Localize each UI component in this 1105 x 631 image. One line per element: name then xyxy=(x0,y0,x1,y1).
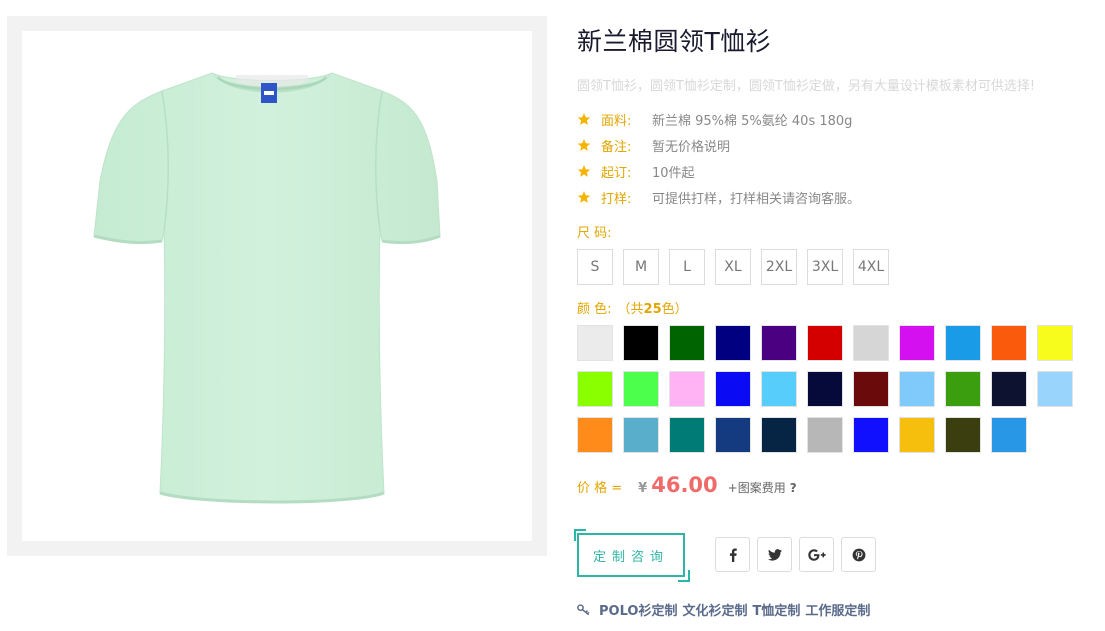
color-swatch-11[interactable] xyxy=(1037,325,1073,361)
color-swatch-16[interactable] xyxy=(761,371,797,407)
google-plus-icon[interactable] xyxy=(799,537,834,572)
color-swatch-2[interactable] xyxy=(623,325,659,361)
color-swatch-4[interactable] xyxy=(715,325,751,361)
price-extra-text: +图案费用 xyxy=(727,481,786,495)
twitter-icon[interactable] xyxy=(757,537,792,572)
consult-button-label: 定制咨询 xyxy=(592,549,669,565)
price-help-icon[interactable]: ? xyxy=(790,481,797,495)
price-extra: +图案费用? xyxy=(728,479,797,496)
color-swatch-10[interactable] xyxy=(991,325,1027,361)
color-swatch-29[interactable] xyxy=(853,417,889,453)
size-option-l[interactable]: L xyxy=(669,249,705,285)
tag-polo[interactable]: POLO衫定制 xyxy=(599,600,677,619)
attribute-label: 打样: xyxy=(601,191,632,207)
attribute-label: 备注: xyxy=(601,139,632,155)
color-swatch-7[interactable] xyxy=(853,325,889,361)
corner-decoration xyxy=(574,529,586,541)
size-option-m[interactable]: M xyxy=(623,249,659,285)
attribute-note: 备注: 暂无价格说明 xyxy=(577,132,1077,158)
color-count-suffix: 色） xyxy=(661,302,688,317)
color-swatch-21[interactable] xyxy=(991,371,1027,407)
attribute-value: 暂无价格说明 xyxy=(652,139,731,155)
color-swatch-12[interactable] xyxy=(577,371,613,407)
size-option-s[interactable]: S xyxy=(577,249,613,285)
color-count: （共25色） xyxy=(618,302,688,317)
star-icon xyxy=(577,112,591,126)
pinterest-icon[interactable] xyxy=(841,537,876,572)
attribute-min-order: 起订: 10件起 xyxy=(577,158,1077,184)
product-tags: POLO衫定制 文化衫定制 T恤定制 工作服定制 xyxy=(577,600,875,619)
tag-workwear[interactable]: 工作服定制 xyxy=(805,600,870,619)
color-swatches xyxy=(577,325,1087,463)
color-swatch-19[interactable] xyxy=(899,371,935,407)
social-share xyxy=(715,537,883,572)
size-options: S M L XL 2XL 3XL 4XL xyxy=(577,249,899,285)
attribute-value: 10件起 xyxy=(652,165,695,181)
color-label-text: 颜 色: xyxy=(577,302,612,317)
tag-culture-shirt[interactable]: 文化衫定制 xyxy=(682,600,747,619)
size-label: 尺 码: xyxy=(577,226,612,241)
tag-tshirt[interactable]: T恤定制 xyxy=(752,600,800,619)
attribute-sample: 打样: 可提供打样，打样相关请咨询客服。 xyxy=(577,184,1077,210)
attribute-value: 新兰棉 95%棉 5%氨纶 40s 180g xyxy=(652,113,853,129)
product-image[interactable] xyxy=(22,31,532,541)
color-swatch-23[interactable] xyxy=(577,417,613,453)
facebook-icon[interactable] xyxy=(715,537,750,572)
color-count-prefix: （共 xyxy=(617,302,644,317)
color-swatch-5[interactable] xyxy=(761,325,797,361)
product-image-frame xyxy=(7,16,547,556)
color-swatch-15[interactable] xyxy=(715,371,751,407)
price-label: 价 格 = xyxy=(577,481,623,496)
attribute-label: 面料: xyxy=(601,113,632,129)
color-swatch-30[interactable] xyxy=(899,417,935,453)
product-subtitle: 圆领T恤衫，圆领T恤衫定制，圆领T恤衫定做，另有大量设计模板素材可供选择! xyxy=(577,79,1036,94)
color-swatch-6[interactable] xyxy=(807,325,843,361)
product-title: 新兰棉圆领T恤衫 xyxy=(577,27,772,56)
price-row: 价 格 = ¥ 46.00 +图案费用? xyxy=(577,473,797,497)
size-option-xl[interactable]: XL xyxy=(715,249,751,285)
product-attributes: 面料: 新兰棉 95%棉 5%氨纶 40s 180g 备注: 暂无价格说明 起订… xyxy=(577,106,1077,210)
color-swatch-1[interactable] xyxy=(577,325,613,361)
color-swatch-28[interactable] xyxy=(807,417,843,453)
price-value: 46.00 xyxy=(651,473,718,497)
color-swatch-31[interactable] xyxy=(945,417,981,453)
color-swatch-26[interactable] xyxy=(715,417,751,453)
color-swatch-14[interactable] xyxy=(669,371,705,407)
attribute-value: 可提供打样，打样相关请咨询客服。 xyxy=(652,191,861,207)
tshirt-image xyxy=(93,72,441,504)
attribute-fabric: 面料: 新兰棉 95%棉 5%氨纶 40s 180g xyxy=(577,106,1077,132)
consult-button[interactable]: 定制咨询 xyxy=(574,529,690,582)
color-swatch-20[interactable] xyxy=(945,371,981,407)
color-swatch-17[interactable] xyxy=(807,371,843,407)
color-count-number: 25 xyxy=(643,302,662,317)
color-label: 颜 色: （共25色） xyxy=(577,298,688,317)
size-option-4xl[interactable]: 4XL xyxy=(853,249,889,285)
size-option-3xl[interactable]: 3XL xyxy=(807,249,843,285)
price-currency: ¥ xyxy=(638,481,648,496)
color-swatch-13[interactable] xyxy=(623,371,659,407)
star-icon xyxy=(577,190,591,204)
color-swatch-25[interactable] xyxy=(669,417,705,453)
key-icon xyxy=(577,603,591,616)
corner-decoration xyxy=(678,570,690,582)
color-swatch-18[interactable] xyxy=(853,371,889,407)
color-swatch-8[interactable] xyxy=(899,325,935,361)
star-icon xyxy=(577,164,591,178)
color-swatch-22[interactable] xyxy=(1037,371,1073,407)
color-swatch-3[interactable] xyxy=(669,325,705,361)
attribute-label: 起订: xyxy=(601,165,632,181)
color-swatch-27[interactable] xyxy=(761,417,797,453)
color-swatch-9[interactable] xyxy=(945,325,981,361)
color-swatch-32[interactable] xyxy=(991,417,1027,453)
star-icon xyxy=(577,138,591,152)
color-swatch-24[interactable] xyxy=(623,417,659,453)
size-option-2xl[interactable]: 2XL xyxy=(761,249,797,285)
